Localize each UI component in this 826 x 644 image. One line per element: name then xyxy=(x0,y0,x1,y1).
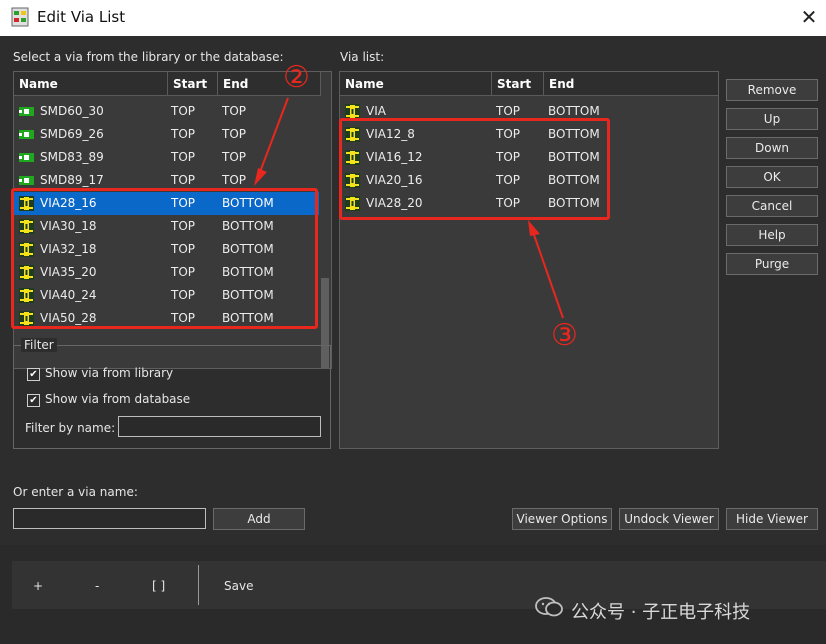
row-name: SMD83_89 xyxy=(40,150,104,164)
filter-group-label: Filter xyxy=(21,338,57,352)
filter-group: Filter ✔ Show via from library ✔ Show vi… xyxy=(13,338,331,449)
show-library-checkbox[interactable]: ✔ xyxy=(27,368,40,381)
row-start: TOP xyxy=(171,104,196,118)
column-header-start[interactable]: Start xyxy=(492,72,544,96)
save-button[interactable]: Save xyxy=(224,579,253,593)
table-row[interactable]: SMD69_26 TOP TOP xyxy=(14,123,319,146)
hide-viewer-button[interactable]: Hide Viewer xyxy=(726,508,818,530)
show-library-label: Show via from library xyxy=(45,366,174,380)
annotation-box-via-list xyxy=(339,118,610,220)
plus-button[interactable]: + xyxy=(33,579,43,593)
window-title: Edit Via List xyxy=(37,8,126,26)
annotation-callout-3: ③ xyxy=(551,318,578,353)
smd-pad-icon xyxy=(19,107,34,116)
row-end: TOP xyxy=(222,150,247,164)
bottom-toolbar: + - [ ] Save 公众号 · 子正电子科技 xyxy=(0,545,826,644)
undock-viewer-button[interactable]: Undock Viewer xyxy=(619,508,719,530)
filter-by-name-label: Filter by name: xyxy=(25,421,116,435)
library-label: Select a via from the library or the dat… xyxy=(13,50,284,64)
column-header-name[interactable]: Name xyxy=(340,72,492,96)
show-database-label: Show via from database xyxy=(45,392,191,406)
smd-pad-icon xyxy=(19,153,34,162)
toolbar-divider xyxy=(198,565,199,605)
cancel-button[interactable]: Cancel xyxy=(726,195,818,217)
down-button[interactable]: Down xyxy=(726,137,818,159)
annotation-box-library xyxy=(11,188,318,329)
via-name-input[interactable] xyxy=(13,508,206,529)
annotation-callout-2: ② xyxy=(283,60,310,95)
row-start: TOP xyxy=(171,127,196,141)
title-bar: Edit Via List ✕ xyxy=(0,0,826,36)
brackets-button[interactable]: [ ] xyxy=(152,579,165,593)
via-list-label: Via list: xyxy=(340,50,385,64)
add-button[interactable]: Add xyxy=(213,508,305,530)
smd-pad-icon xyxy=(19,130,34,139)
via-icon xyxy=(345,104,360,119)
app-icon xyxy=(11,7,29,27)
library-scrollbar[interactable] xyxy=(319,96,331,368)
up-button[interactable]: Up xyxy=(726,108,818,130)
row-end: TOP xyxy=(222,127,247,141)
row-end: TOP xyxy=(222,104,247,118)
minus-button[interactable]: - xyxy=(95,579,99,593)
row-start: TOP xyxy=(171,150,196,164)
purge-button[interactable]: Purge xyxy=(726,253,818,275)
row-name: SMD69_26 xyxy=(40,127,104,141)
remove-button[interactable]: Remove xyxy=(726,79,818,101)
ok-button[interactable]: OK xyxy=(726,166,818,188)
watermark-text: 公众号 · 子正电子科技 xyxy=(571,602,751,623)
filter-by-name-input[interactable] xyxy=(118,416,321,437)
column-header-start[interactable]: Start xyxy=(168,72,218,96)
row-name: SMD60_30 xyxy=(40,104,104,118)
enter-via-label: Or enter a via name: xyxy=(13,485,138,499)
help-button[interactable]: Help xyxy=(726,224,818,246)
column-header-name[interactable]: Name xyxy=(14,72,168,96)
table-row[interactable]: SMD83_89 TOP TOP xyxy=(14,146,319,169)
wechat-icon xyxy=(534,596,564,618)
close-icon[interactable]: ✕ xyxy=(797,4,821,30)
show-database-checkbox[interactable]: ✔ xyxy=(27,394,40,407)
column-header-end[interactable]: End xyxy=(544,72,718,96)
table-row[interactable]: SMD60_30 TOP TOP xyxy=(14,100,319,123)
viewer-options-button[interactable]: Viewer Options xyxy=(512,508,612,530)
smd-pad-icon xyxy=(19,176,34,185)
